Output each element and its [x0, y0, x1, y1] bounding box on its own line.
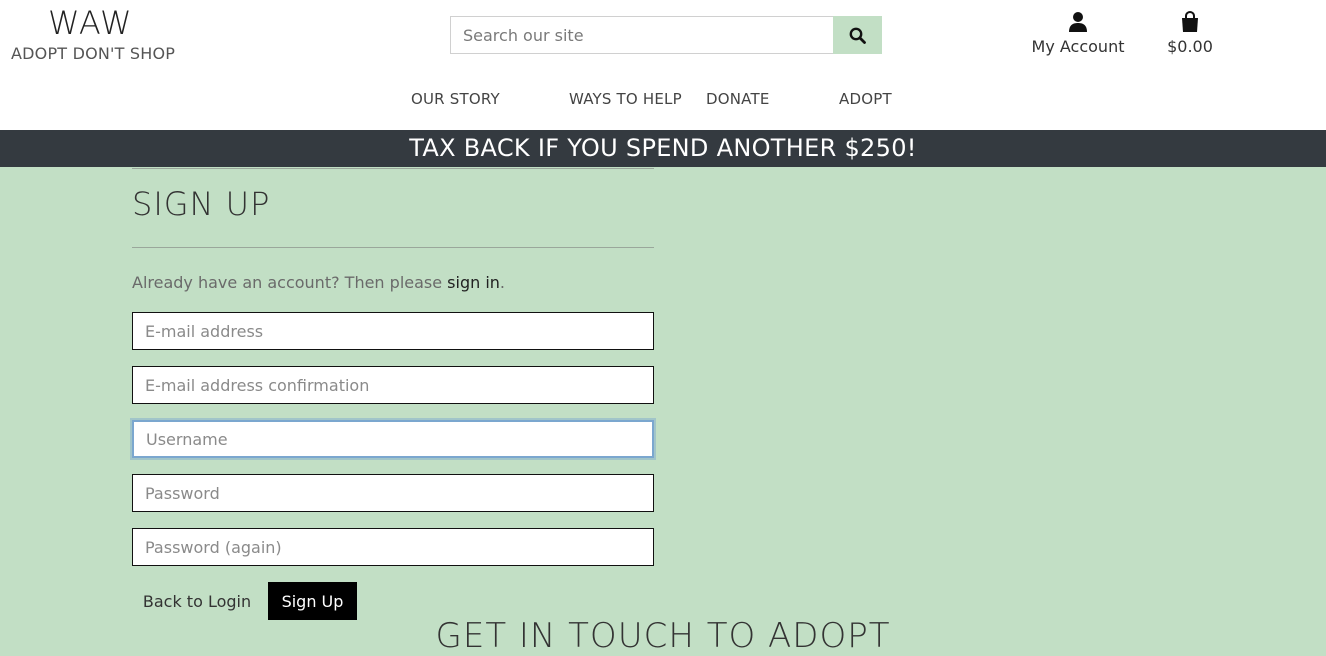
- nav-item-adopt[interactable]: ADOPT: [839, 90, 892, 108]
- cart-total: $0.00: [1167, 37, 1213, 56]
- back-to-login-button[interactable]: Back to Login: [132, 582, 262, 620]
- cart-link[interactable]: $0.00: [1150, 10, 1230, 56]
- footer-heading: GET IN TOUCH TO ADOPT: [435, 616, 891, 656]
- promo-banner: TAX BACK IF YOU SPEND ANOTHER $250!: [0, 130, 1326, 167]
- nav-item-ways-to-help[interactable]: WAYS TO HELP: [569, 90, 682, 108]
- signin-prompt: Already have an account? Then please sig…: [132, 273, 505, 292]
- password-again-field[interactable]: [132, 528, 654, 566]
- nav-item-donate[interactable]: DONATE: [706, 90, 770, 108]
- divider: [132, 168, 654, 169]
- username-field[interactable]: [132, 420, 654, 458]
- password-field[interactable]: [132, 474, 654, 512]
- page-title: SIGN UP: [132, 185, 271, 223]
- site-header: WAW ADOPT DON'T SHOP My Account $0.00: [0, 0, 1326, 130]
- signin-link[interactable]: sign in: [447, 273, 500, 292]
- search-input[interactable]: [450, 16, 833, 54]
- divider: [132, 247, 654, 248]
- signin-prompt-text: Already have an account? Then please: [132, 273, 448, 292]
- nav-item-our-story[interactable]: OUR STORY: [411, 90, 500, 108]
- logo-tagline: ADOPT DON'T SHOP: [11, 44, 176, 63]
- email-field[interactable]: [132, 312, 654, 350]
- sign-up-button[interactable]: Sign Up: [268, 582, 357, 620]
- user-icon: [1069, 12, 1087, 32]
- search-form: [450, 16, 882, 54]
- my-account-link[interactable]: My Account: [1020, 10, 1136, 56]
- search-button[interactable]: [833, 16, 882, 54]
- logo-title[interactable]: WAW: [48, 4, 133, 42]
- signin-prompt-suffix: .: [499, 273, 506, 292]
- email-confirm-field[interactable]: [132, 366, 654, 404]
- my-account-label: My Account: [1031, 37, 1125, 56]
- search-icon: [849, 27, 866, 44]
- main-nav: OUR STORY WAYS TO HELP DONATE ADOPT: [0, 90, 1326, 114]
- shopping-bag-icon: [1182, 11, 1198, 32]
